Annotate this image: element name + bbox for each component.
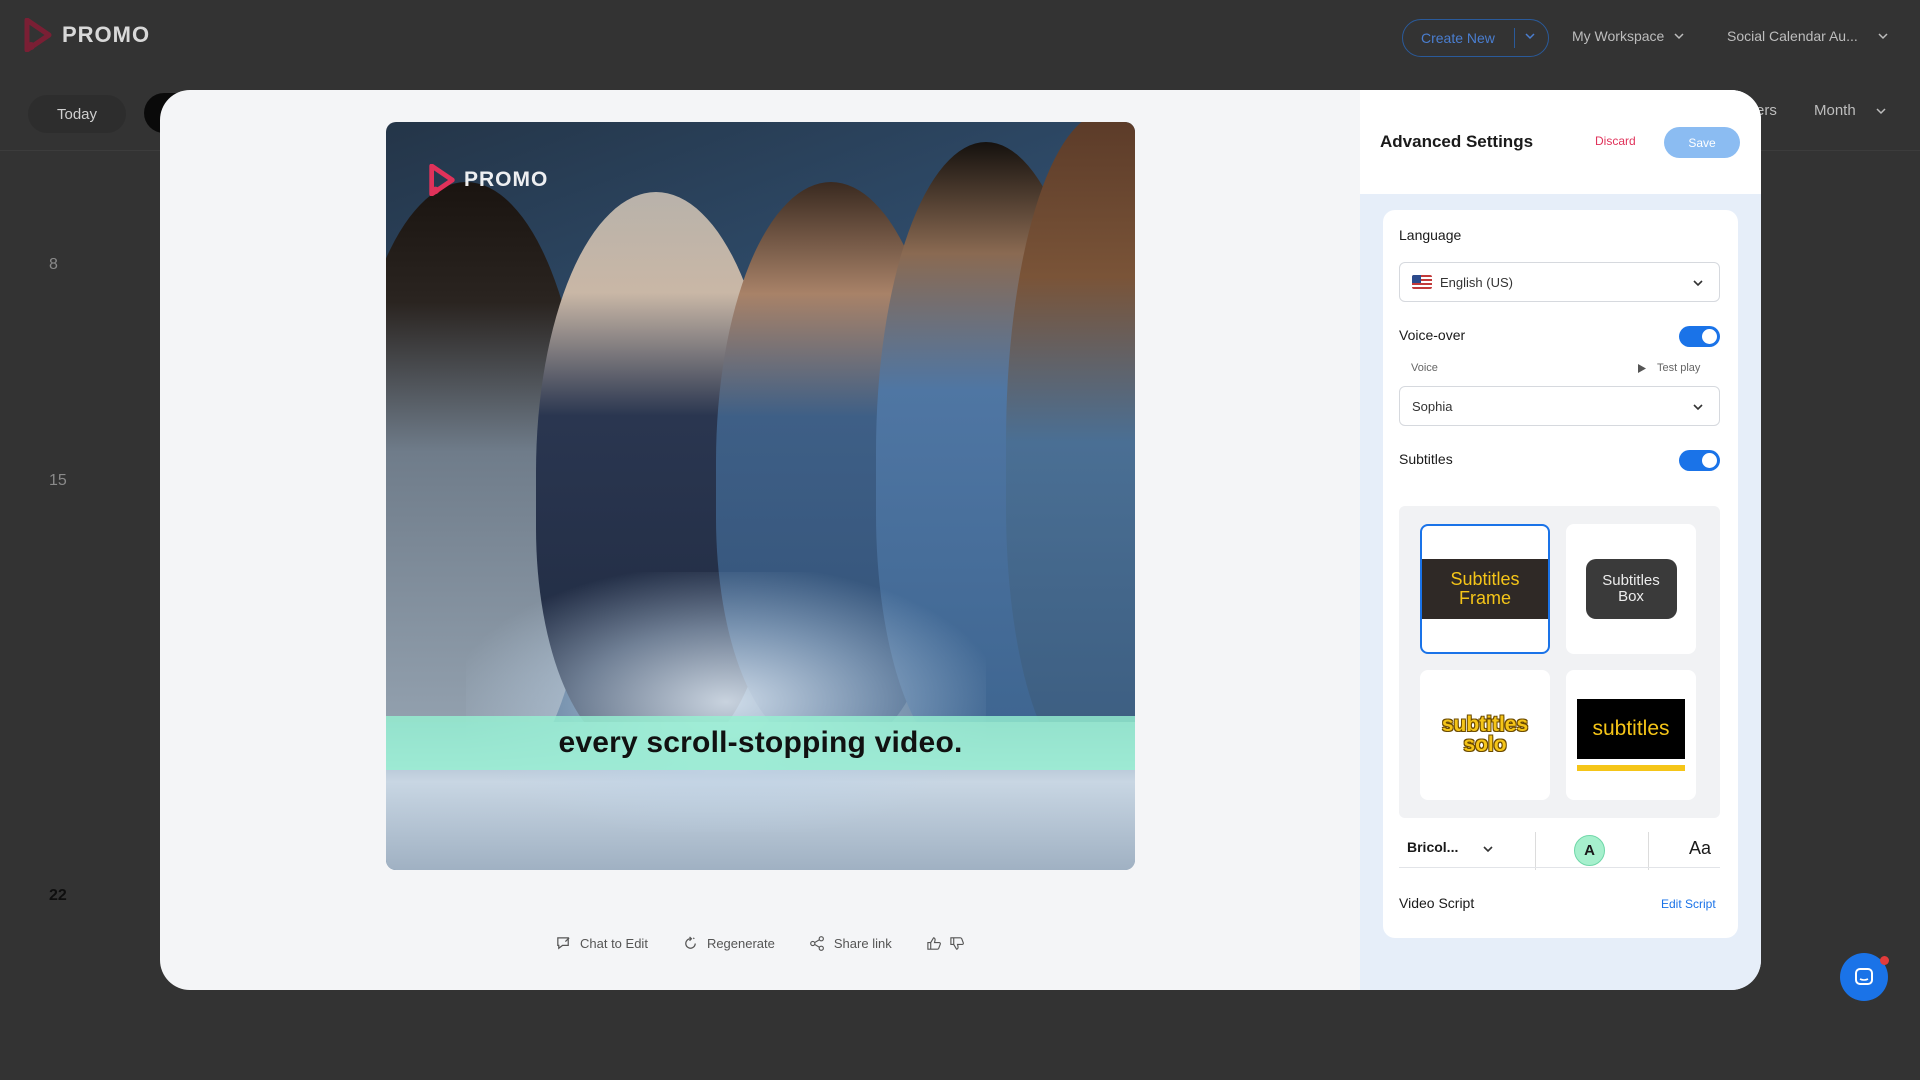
subtitle-style-frame[interactable]: Subtitles Frame [1420, 524, 1550, 654]
us-flag-icon [1412, 275, 1432, 289]
subtitle-style-solo[interactable]: subtitles solo [1420, 670, 1550, 800]
regenerate-button[interactable]: Regenerate [682, 935, 775, 952]
subtitle-style-black[interactable]: subtitles [1566, 670, 1696, 800]
language-value: English (US) [1440, 274, 1513, 290]
style-label: solo [1463, 733, 1507, 756]
preview-logo-text: PROMO [464, 168, 549, 191]
thumbs-down-icon[interactable] [949, 935, 966, 952]
style-underline [1577, 765, 1685, 771]
voiceover-toggle[interactable] [1679, 326, 1720, 347]
divider [1648, 832, 1649, 870]
day-number: 8 [49, 256, 58, 273]
panel-title: Advanced Settings [1380, 132, 1534, 151]
chevron-down-icon[interactable] [1481, 842, 1495, 861]
divider [1514, 28, 1515, 48]
text-color-button[interactable]: A [1574, 835, 1605, 866]
play-icon [1638, 363, 1646, 373]
panel-header: Advanced Settings Discard Save [1360, 90, 1761, 194]
thumbs-up-icon[interactable] [926, 935, 943, 952]
today-button[interactable]: Today [28, 95, 126, 133]
app-logo[interactable]: PROMO [24, 17, 151, 53]
workspace-menu[interactable]: My Workspace [1572, 28, 1686, 44]
preview-actions: Chat to Edit Regenerate Share link [555, 935, 1000, 952]
style-preview: Subtitles Frame [1422, 559, 1548, 619]
chat-icon [1855, 968, 1873, 985]
share-icon [810, 936, 824, 951]
chevron-down-icon [1674, 33, 1684, 40]
subtitles-label: Subtitles [1399, 451, 1453, 467]
chevron-down-icon [1691, 276, 1705, 293]
edit-script-link[interactable]: Edit Script [1661, 897, 1716, 911]
workspace-label: My Workspace [1572, 28, 1665, 44]
chevron-down-icon[interactable] [1523, 29, 1537, 46]
style-label: subtitles [1577, 699, 1685, 759]
video-preview[interactable]: PROMO every scroll-stopping video. [386, 122, 1135, 870]
subtitle-style-box[interactable]: Subtitles Box [1566, 524, 1696, 654]
font-style-icon[interactable]: Aa [1689, 838, 1711, 859]
video-script-label: Video Script [1399, 895, 1475, 911]
chat-to-edit-button[interactable]: Chat to Edit [555, 935, 648, 952]
divider [1399, 867, 1720, 868]
chat-to-edit-label: Chat to Edit [580, 936, 648, 951]
calendar-menu[interactable]: Social Calendar Au... [1727, 28, 1890, 44]
style-label: Subtitles [1602, 572, 1660, 590]
font-controls: Bricol... A Aa [1383, 818, 1738, 873]
voice-value: Sophia [1412, 398, 1453, 414]
chevron-down-icon [1691, 400, 1705, 417]
font-select[interactable]: Bricol... [1407, 839, 1458, 855]
subtitle-caption: every scroll-stopping video. [386, 716, 1135, 770]
style-preview: subtitles [1577, 699, 1685, 771]
promo-logo-icon [429, 164, 455, 196]
divider [1535, 832, 1536, 870]
settings-card: Language English (US) Voice-over Voice T… [1383, 210, 1738, 938]
language-select[interactable]: English (US) [1399, 262, 1720, 302]
style-label: Frame [1458, 588, 1511, 608]
regenerate-label: Regenerate [706, 936, 775, 951]
chevron-down-icon [1878, 33, 1888, 40]
view-label: Month [1814, 102, 1856, 119]
video-editor-modal: PROMO every scroll-stopping video. Chat … [160, 90, 1761, 990]
view-select[interactable]: Month [1814, 102, 1888, 119]
style-label: Box [1618, 588, 1644, 605]
day-number: 22 [49, 887, 67, 904]
discard-button[interactable]: Discard [1595, 134, 1636, 148]
day-number: 15 [49, 472, 67, 489]
feedback-group [926, 935, 966, 952]
subtitle-styles-grid: Subtitles Frame Subtitles Box subtitles sol… [1399, 506, 1720, 818]
app-topbar: PROMO Create New My Workspace Social Cal… [0, 0, 1920, 74]
chat-edit-icon [557, 937, 570, 950]
preview-light [466, 572, 986, 832]
chevron-down-icon [1876, 107, 1886, 114]
create-new-label: Create New [1421, 30, 1495, 46]
share-link-label: Share link [833, 936, 892, 951]
language-label: Language [1399, 227, 1462, 243]
save-button[interactable]: Save [1664, 127, 1740, 158]
logo-text: PROMO [62, 22, 151, 47]
voice-select[interactable]: Sophia [1399, 386, 1720, 426]
share-link-button[interactable]: Share link [809, 935, 892, 952]
caption-text: every scroll-stopping video. [558, 726, 963, 759]
voice-label: Voice [1411, 362, 1438, 374]
regenerate-icon [685, 936, 696, 949]
style-preview: Subtitles Box [1585, 559, 1677, 619]
test-play-button[interactable]: Test play [1637, 362, 1700, 374]
promo-logo-icon [24, 17, 52, 53]
calendar-label: Social Calendar Au... [1727, 28, 1858, 44]
create-new-button[interactable]: Create New [1402, 19, 1549, 57]
preview-watermark-logo: PROMO [428, 164, 548, 196]
style-label: Subtitles [1450, 569, 1520, 590]
test-play-label: Test play [1657, 362, 1701, 374]
voiceover-label: Voice-over [1399, 327, 1466, 343]
notification-dot [1880, 956, 1889, 965]
style-preview: subtitles solo [1442, 714, 1528, 756]
subtitles-toggle[interactable] [1679, 450, 1720, 471]
advanced-settings-panel: Advanced Settings Discard Save Language … [1360, 90, 1761, 990]
